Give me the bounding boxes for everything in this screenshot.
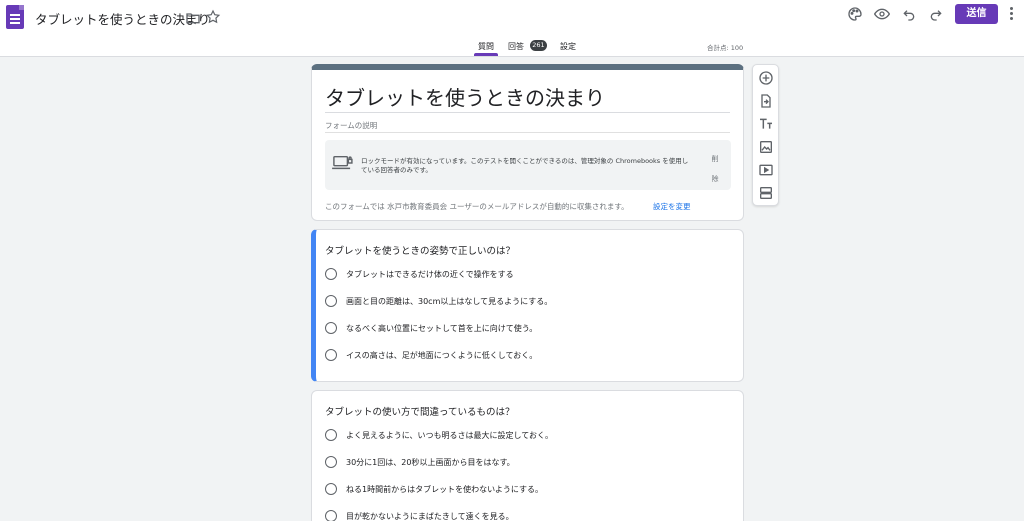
option-label: タブレットはできるだけ体の近くで操作をする bbox=[346, 270, 514, 279]
radio-button[interactable] bbox=[325, 295, 337, 307]
undo-icon[interactable] bbox=[901, 6, 917, 22]
form-description-input[interactable]: フォームの説明 bbox=[325, 120, 377, 131]
add-section-icon[interactable] bbox=[758, 185, 774, 201]
chromebook-lock-icon bbox=[332, 155, 353, 170]
star-icon[interactable] bbox=[205, 9, 221, 25]
redo-icon[interactable] bbox=[928, 6, 944, 22]
option-label: よく見えるように、いつも明るさは最大に設定しておく。 bbox=[346, 431, 554, 440]
palette-icon[interactable] bbox=[847, 6, 863, 22]
radio-button[interactable] bbox=[325, 456, 337, 468]
floating-toolbar bbox=[752, 64, 779, 206]
preview-eye-icon[interactable] bbox=[874, 6, 890, 22]
more-vert-icon[interactable] bbox=[1010, 7, 1014, 21]
tab-settings[interactable]: 設定 bbox=[560, 41, 576, 52]
forms-app-icon[interactable] bbox=[6, 5, 24, 29]
option-label: ねる1時間前からはタブレットを使わないようにする。 bbox=[346, 485, 544, 494]
tab-responses[interactable]: 回答 bbox=[508, 41, 524, 52]
email-collection-text: このフォームでは 水戸市教育委員会 ユーザーのメールアドレスが自動的に収集されま… bbox=[325, 202, 629, 211]
question-card[interactable]: タブレットの使い方で間違っているものは？ よく見えるように、いつも明るさは最大に… bbox=[311, 390, 744, 521]
add-title-icon[interactable] bbox=[758, 116, 774, 132]
folder-icon[interactable] bbox=[185, 10, 201, 26]
send-button[interactable]: 送信 bbox=[955, 4, 998, 24]
top-bar: タブレットを使うときの決まり 送信 質問 回答 261 設定 合計点: 100 bbox=[0, 0, 1024, 57]
radio-button[interactable] bbox=[325, 349, 337, 361]
lock-mode-text: ロックモードが有効になっています。このテストを開くことができるのは、管理対象の … bbox=[361, 157, 689, 174]
radio-button[interactable] bbox=[325, 510, 337, 521]
radio-button[interactable] bbox=[325, 483, 337, 495]
option-label: 30分に1回は、20秒以上画面から目をはなす。 bbox=[346, 458, 515, 467]
question-title[interactable]: タブレットの使い方で間違っているものは？ bbox=[325, 404, 515, 418]
lock-mode-delete-button[interactable]: 削除 bbox=[710, 149, 720, 189]
add-image-icon[interactable] bbox=[758, 139, 774, 155]
option-label: イスの高さは、足が地面につくように低くしておく。 bbox=[346, 351, 538, 360]
responses-count-badge: 261 bbox=[530, 40, 547, 51]
radio-button[interactable] bbox=[325, 429, 337, 441]
add-question-icon[interactable] bbox=[758, 70, 774, 86]
question-card[interactable]: タブレットを使うときの姿勢で正しいのは？ タブレットはできるだけ体の近くで操作を… bbox=[311, 229, 744, 382]
form-header-card: タブレットを使うときの決まり フォームの説明 ロックモードが有効になっています。… bbox=[311, 64, 744, 221]
total-points: 合計点: 100 bbox=[707, 44, 744, 52]
description-divider bbox=[325, 132, 730, 133]
document-title[interactable]: タブレットを使うときの決まり bbox=[35, 9, 210, 28]
active-tab-indicator bbox=[474, 53, 498, 56]
radio-button[interactable] bbox=[325, 268, 337, 280]
option-label: 画面と目の距離は、30cm以上はなして見るようにする。 bbox=[346, 297, 553, 306]
title-divider bbox=[325, 112, 730, 113]
import-questions-icon[interactable] bbox=[758, 93, 774, 109]
option-label: 目が乾かないようにまばたきして遠くを見る。 bbox=[346, 512, 514, 521]
change-settings-link[interactable]: 設定を変更 bbox=[653, 201, 691, 212]
question-title[interactable]: タブレットを使うときの姿勢で正しいのは？ bbox=[325, 243, 515, 257]
option-label: なるべく高い位置にセットして首を上に向けて使う。 bbox=[346, 324, 538, 333]
lock-mode-notice: ロックモードが有効になっています。このテストを開くことができるのは、管理対象の … bbox=[325, 140, 731, 190]
tab-questions[interactable]: 質問 bbox=[478, 41, 494, 52]
radio-button[interactable] bbox=[325, 322, 337, 334]
add-video-icon[interactable] bbox=[758, 162, 774, 178]
form-title[interactable]: タブレットを使うときの決まり bbox=[325, 82, 605, 111]
